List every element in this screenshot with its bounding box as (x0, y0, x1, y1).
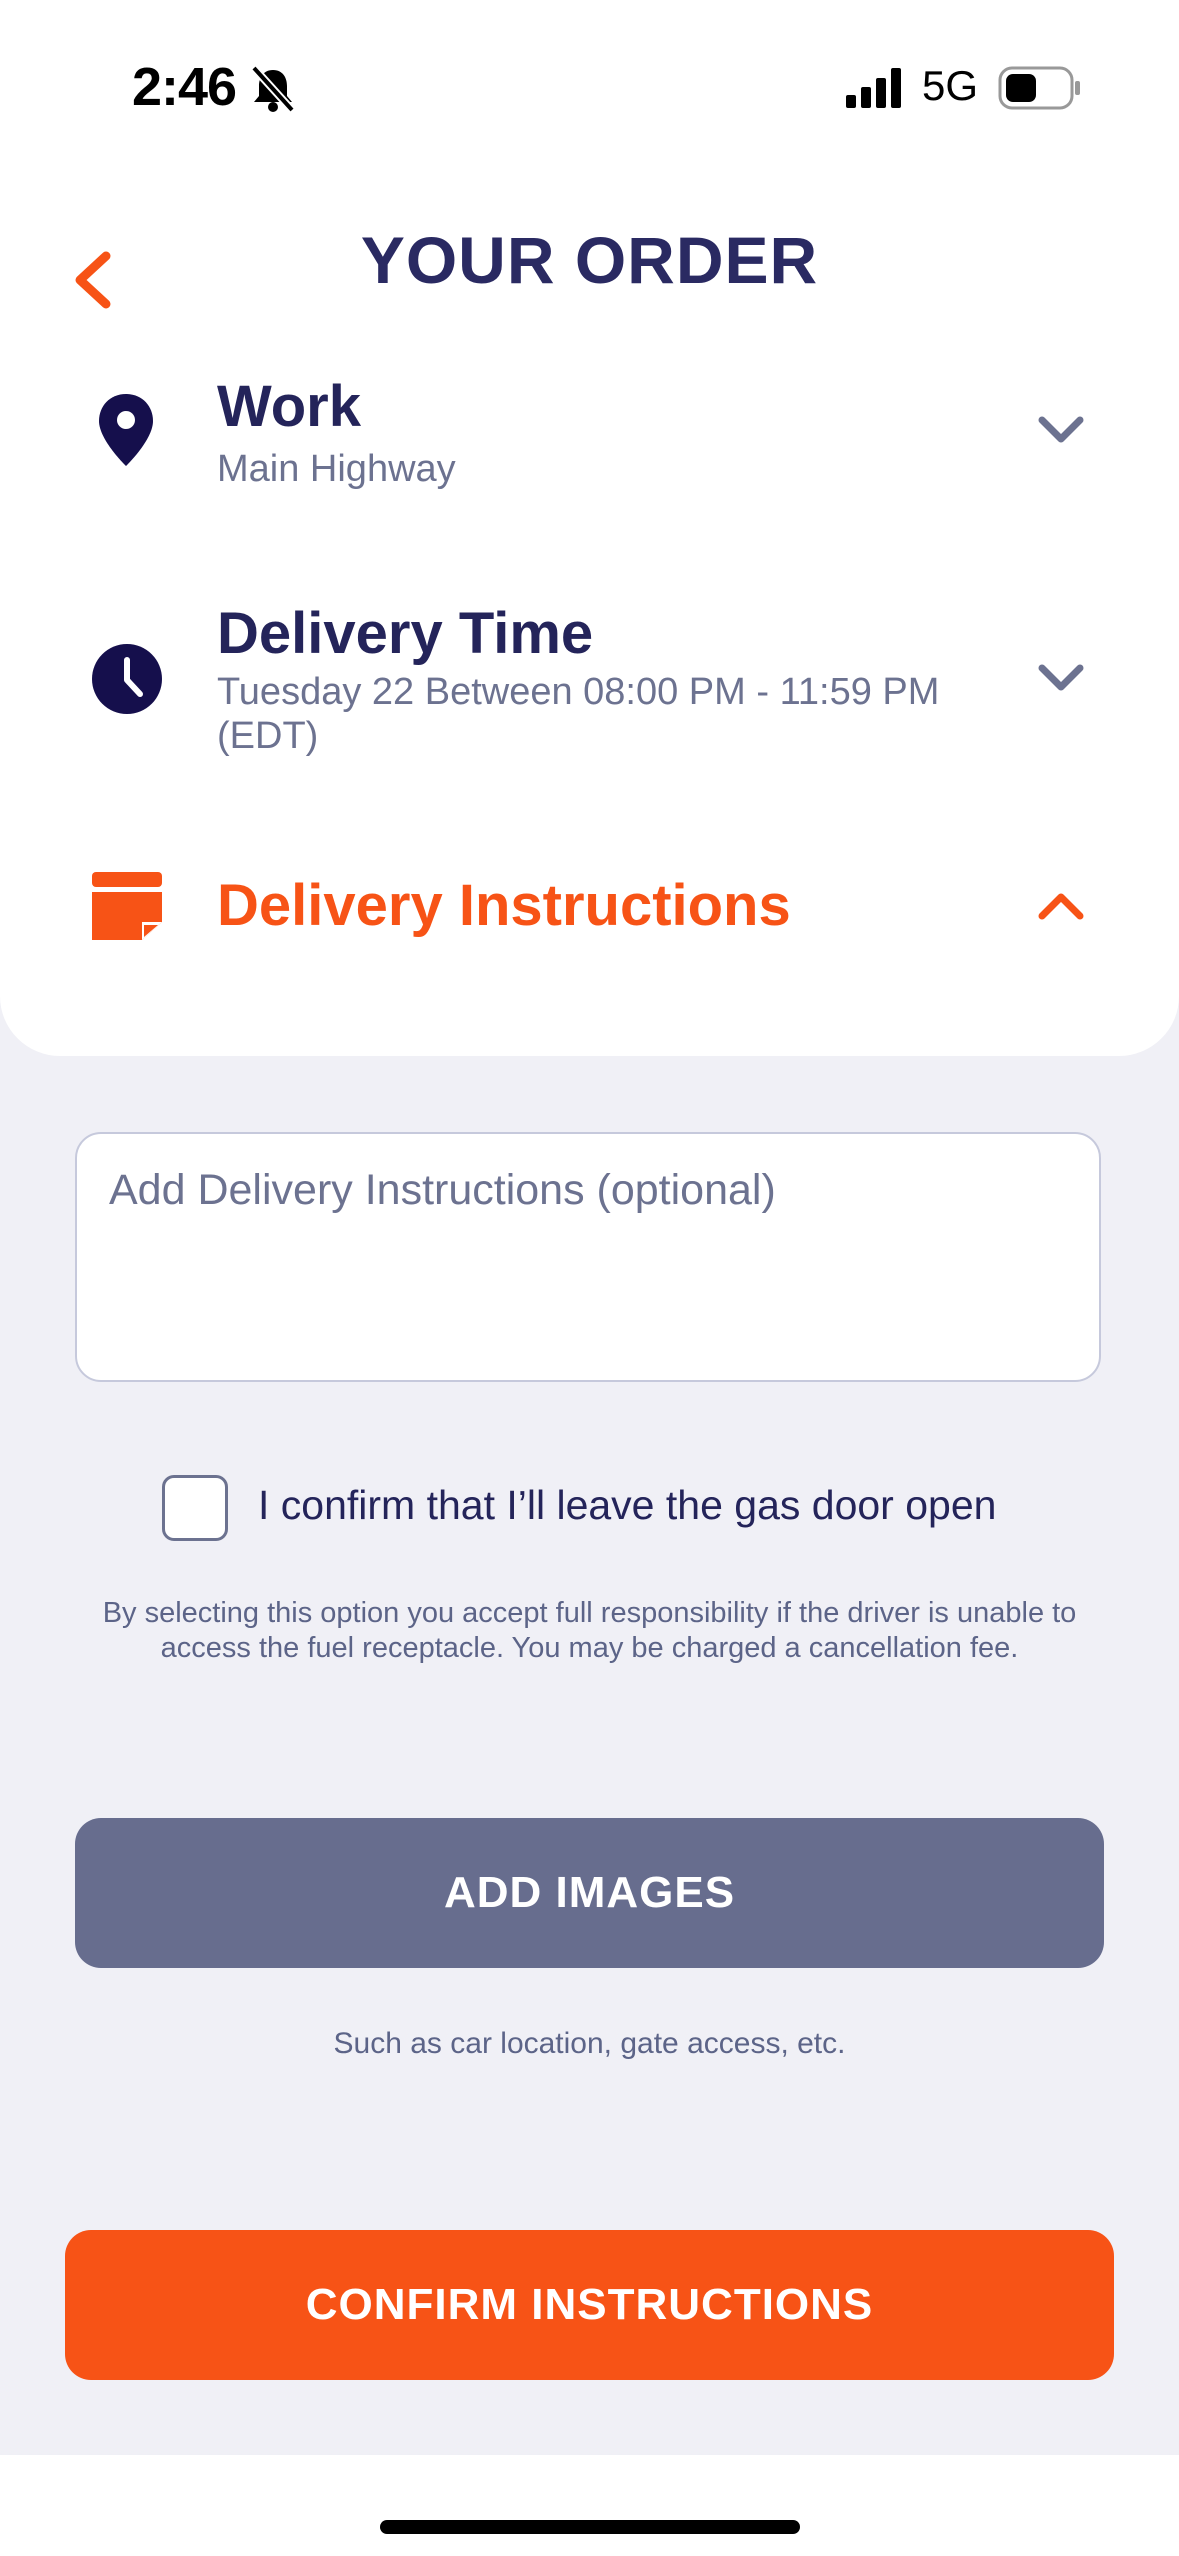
confirm-instructions-button[interactable]: CONFIRM INSTRUCTIONS (65, 2230, 1114, 2380)
delivery-time-subtitle: Tuesday 22 Between 08:00 PM - 11:59 PM (217, 671, 940, 713)
bell-slash-icon (251, 65, 295, 113)
delivery-instructions-title: Delivery Instructions (217, 873, 791, 938)
gas-door-checkbox-label[interactable]: I confirm that I’ll leave the gas door o… (258, 1482, 996, 1529)
chevron-up-icon[interactable] (1036, 888, 1086, 924)
location-row[interactable] (0, 360, 1179, 510)
disclaimer-line-2: access the fuel receptacle. You may be c… (160, 1632, 1019, 1664)
chevron-down-icon[interactable] (1036, 412, 1086, 448)
battery-icon (998, 66, 1080, 110)
add-images-button[interactable]: ADD IMAGES (75, 1818, 1104, 1968)
bottom-safe-area (0, 2455, 1179, 2556)
disclaimer-text: By selecting this option you accept full… (70, 1596, 1109, 1666)
gas-door-checkbox[interactable] (162, 1475, 228, 1541)
location-title: Work (217, 374, 361, 439)
network-label: 5G (922, 62, 979, 109)
chevron-down-icon[interactable] (1036, 660, 1086, 696)
delivery-time-timezone: (EDT) (217, 715, 319, 757)
clock-icon (92, 644, 162, 714)
delivery-instructions-input[interactable]: Add Delivery Instructions (optional) (75, 1132, 1101, 1382)
home-indicator[interactable] (380, 2520, 800, 2534)
location-subtitle: Main Highway (217, 448, 456, 490)
status-time: 2:46 (132, 57, 237, 117)
delivery-time-title: Delivery Time (217, 601, 594, 666)
signal-icon (846, 68, 901, 108)
disclaimer-line-1: By selecting this option you accept full… (102, 1597, 1077, 1629)
add-images-hint: Such as car location, gate access, etc. (333, 2027, 846, 2060)
instructions-icon (92, 872, 162, 940)
location-pin-icon (99, 394, 153, 466)
page-title: YOUR ORDER (360, 223, 819, 297)
instructions-placeholder: Add Delivery Instructions (optional) (109, 1166, 776, 1214)
